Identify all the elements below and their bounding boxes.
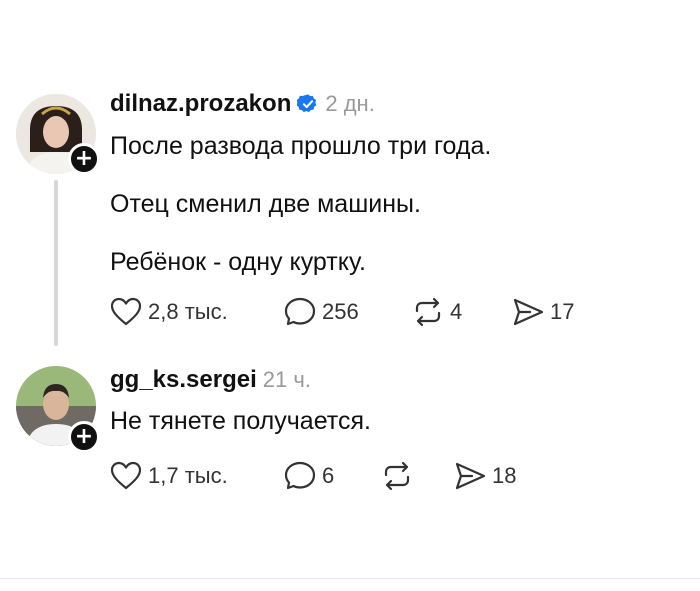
heart-icon xyxy=(110,461,142,490)
post-header: gg_ks.sergei 21 ч. xyxy=(110,366,311,394)
repost-button[interactable] xyxy=(381,461,419,491)
repost-button[interactable]: 4 xyxy=(412,297,462,327)
post-text-line: Отец сменил две машины. xyxy=(110,190,421,218)
heart-icon xyxy=(110,297,142,326)
repost-icon xyxy=(415,297,441,327)
divider xyxy=(0,578,700,579)
comment-count: 6 xyxy=(322,463,335,488)
thread-line xyxy=(54,180,58,346)
follow-plus-icon[interactable]: + xyxy=(68,421,100,453)
send-icon xyxy=(513,298,544,326)
verified-badge-icon xyxy=(297,94,317,113)
post-text-line: Не тянете получается. xyxy=(110,407,371,435)
share-button[interactable]: 17 xyxy=(512,297,574,327)
post-header: dilnaz.prozakon 2 дн. xyxy=(110,90,375,118)
comment-bubble-icon xyxy=(284,461,316,490)
username[interactable]: dilnaz.prozakon xyxy=(110,90,291,118)
post-time: 21 ч. xyxy=(262,367,311,392)
like-button[interactable]: 1,7 тыс. xyxy=(110,461,228,491)
post-time: 2 дн. xyxy=(325,91,375,116)
share-count: 18 xyxy=(492,463,517,488)
like-count: 2,8 тыс. xyxy=(148,299,228,324)
comment-count: 256 xyxy=(322,299,359,324)
follow-plus-icon[interactable]: + xyxy=(68,143,100,175)
comment-button[interactable]: 6 xyxy=(284,461,334,491)
username[interactable]: gg_ks.sergei xyxy=(110,366,257,394)
send-icon xyxy=(455,462,486,490)
like-count: 1,7 тыс. xyxy=(148,463,228,488)
share-button[interactable]: 18 xyxy=(454,461,516,491)
comment-bubble-icon xyxy=(284,297,316,326)
like-button[interactable]: 2,8 тыс. xyxy=(110,297,228,327)
post-text-line: Ребёнок - одну куртку. xyxy=(110,248,366,276)
post-text-line: После развода прошло три года. xyxy=(110,132,492,160)
repost-icon xyxy=(384,461,410,491)
comment-button[interactable]: 256 xyxy=(284,297,359,327)
share-count: 17 xyxy=(550,299,575,324)
repost-count: 4 xyxy=(450,299,463,324)
